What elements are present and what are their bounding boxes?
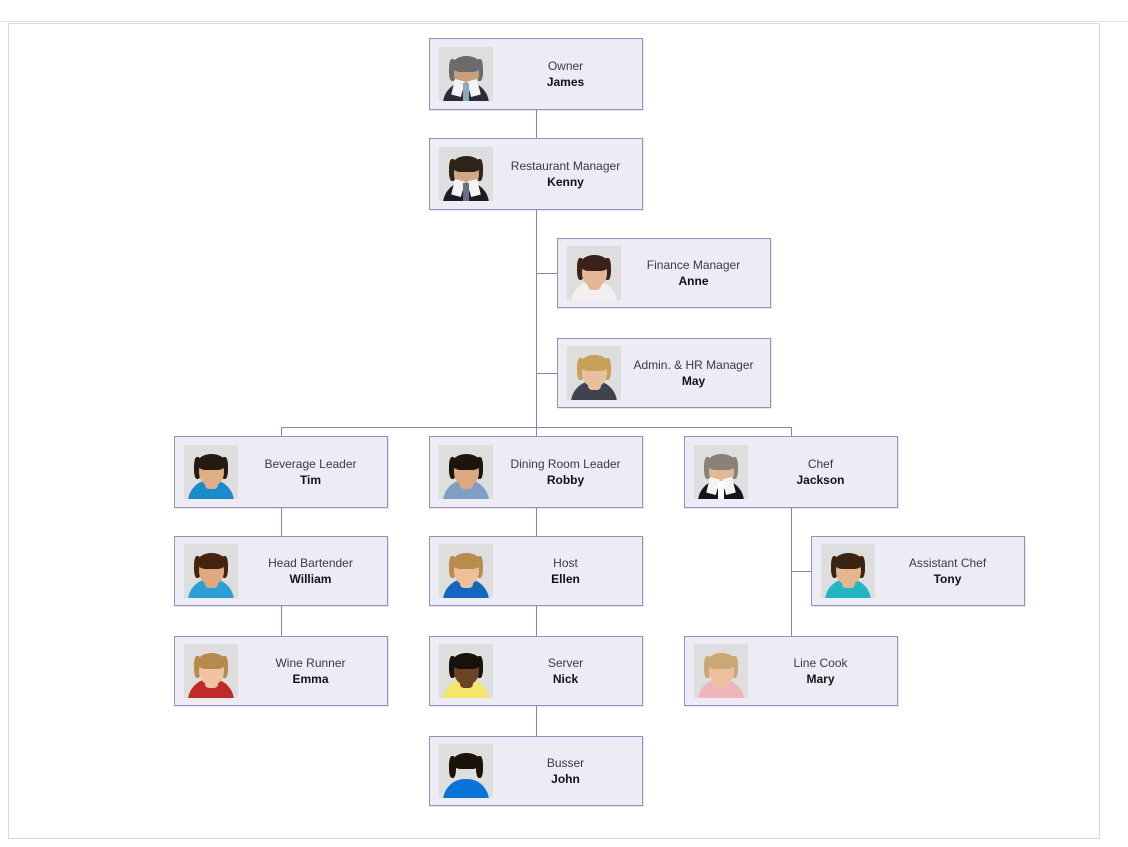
node-text: Finance Manager Anne — [621, 257, 770, 289]
avatar — [439, 644, 493, 698]
org-chart-diagram: Owner James Restaurant Manager Kenny Finance… — [1, 1, 1128, 847]
node-title: Restaurant Manager — [510, 158, 621, 173]
node-text: Line Cook Mary — [748, 655, 897, 687]
node-title: Host — [553, 555, 578, 570]
node-text: Server Nick — [493, 655, 642, 687]
org-node-assistant-chef[interactable]: Assistant Chef Tony — [811, 536, 1025, 606]
diagram-canvas[interactable]: Owner James Restaurant Manager Kenny Finance… — [8, 23, 1100, 839]
connector-chef-trunk — [791, 508, 792, 636]
node-name: May — [681, 374, 706, 388]
node-name: William — [289, 572, 332, 586]
node-text: Restaurant Manager Kenny — [493, 158, 642, 190]
node-text: Dining Room Leader Robby — [493, 456, 642, 488]
avatar — [439, 744, 493, 798]
connector-server-to-busser — [536, 706, 537, 736]
org-node-dining-room-leader[interactable]: Dining Room Leader Robby — [429, 436, 643, 508]
connector-chef-to-assistant — [791, 571, 811, 572]
node-title: Beverage Leader — [264, 456, 357, 471]
connector-host-to-server — [536, 606, 537, 636]
node-title: Wine Runner — [275, 655, 346, 670]
avatar — [184, 644, 238, 698]
avatar — [567, 246, 621, 300]
node-text: Owner James — [493, 58, 642, 90]
org-node-host[interactable]: Host Ellen — [429, 536, 643, 606]
avatar — [821, 544, 875, 598]
connector-owner-to-manager — [536, 110, 537, 138]
org-node-hr-manager[interactable]: Admin. & HR Manager May — [557, 338, 771, 408]
node-name: Anne — [678, 274, 709, 288]
avatar — [694, 644, 748, 698]
node-title: Finance Manager — [646, 257, 741, 272]
node-text: Host Ellen — [493, 555, 642, 587]
org-node-line-cook[interactable]: Line Cook Mary — [684, 636, 898, 706]
node-name: Robby — [546, 473, 585, 487]
node-title: Line Cook — [793, 655, 848, 670]
connector-dining-to-host — [536, 508, 537, 536]
node-text: Head Bartender William — [238, 555, 387, 587]
node-text: Admin. & HR Manager May — [621, 357, 770, 389]
node-name: Tony — [933, 572, 962, 586]
connector-manager-to-finance — [536, 273, 557, 274]
node-name: Tim — [299, 473, 322, 487]
org-node-wine-runner[interactable]: Wine Runner Emma — [174, 636, 388, 706]
node-name: John — [551, 772, 580, 786]
connector-beverage-to-bartender — [281, 508, 282, 536]
avatar — [184, 544, 238, 598]
node-name: Mary — [806, 672, 835, 686]
avatar — [567, 346, 621, 400]
node-name: Ellen — [551, 572, 580, 586]
node-name: Kenny — [547, 175, 584, 189]
node-title: Owner — [547, 58, 584, 73]
node-name: Nick — [552, 672, 579, 686]
avatar — [439, 147, 493, 201]
org-node-restaurant-manager[interactable]: Restaurant Manager Kenny — [429, 138, 643, 210]
connector-bus-to-beverage — [281, 427, 282, 436]
org-node-beverage-leader[interactable]: Beverage Leader Tim — [174, 436, 388, 508]
connector-manager-trunk — [536, 210, 537, 427]
node-title: Busser — [546, 755, 585, 770]
node-text: Wine Runner Emma — [238, 655, 387, 687]
node-name: James — [546, 75, 585, 89]
node-name: Jackson — [796, 473, 845, 487]
node-title: Head Bartender — [268, 555, 353, 570]
org-node-head-bartender[interactable]: Head Bartender William — [174, 536, 388, 606]
connector-bus-to-dining — [536, 427, 537, 436]
node-title: Assistant Chef — [908, 555, 987, 570]
avatar — [439, 47, 493, 101]
org-node-owner[interactable]: Owner James — [429, 38, 643, 110]
connector-bartender-to-wine-runner — [281, 606, 282, 636]
org-node-busser[interactable]: Busser John — [429, 736, 643, 806]
connector-manager-to-hr — [536, 373, 557, 374]
org-node-server[interactable]: Server Nick — [429, 636, 643, 706]
avatar — [439, 544, 493, 598]
node-text: Busser John — [493, 755, 642, 787]
org-node-chef[interactable]: Chef Jackson — [684, 436, 898, 508]
node-name: Emma — [292, 672, 329, 686]
node-title: Chef — [807, 456, 834, 471]
avatar — [439, 445, 493, 499]
org-node-finance-manager[interactable]: Finance Manager Anne — [557, 238, 771, 308]
node-title: Admin. & HR Manager — [633, 357, 754, 372]
node-text: Beverage Leader Tim — [238, 456, 387, 488]
org-chart-app: Owner James Restaurant Manager Kenny Finance… — [0, 0, 1128, 846]
node-text: Assistant Chef Tony — [875, 555, 1024, 587]
node-title: Dining Room Leader — [510, 456, 621, 471]
avatar — [694, 445, 748, 499]
node-text: Chef Jackson — [748, 456, 897, 488]
connector-bus-to-chef — [791, 427, 792, 436]
avatar — [184, 445, 238, 499]
node-title: Server — [547, 655, 584, 670]
